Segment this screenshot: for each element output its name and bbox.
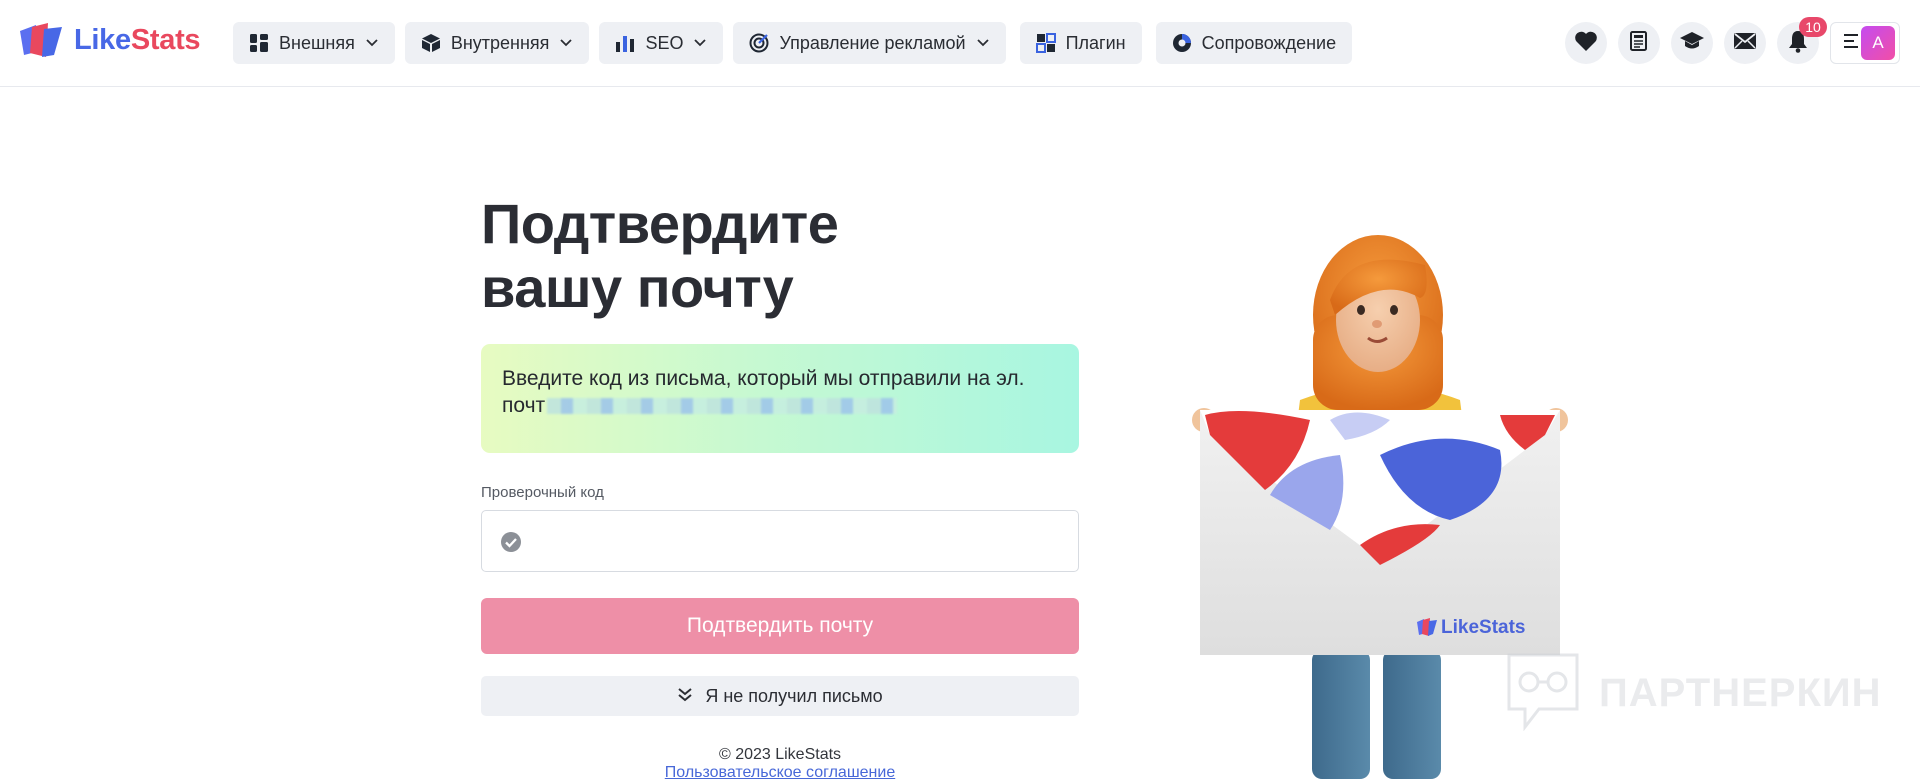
page-title-line1: Подтвердите	[481, 192, 839, 255]
chevron-down-icon	[693, 36, 707, 50]
redacted-email	[547, 398, 898, 415]
notifications-count-badge: 10	[1799, 17, 1827, 37]
check-circle-icon	[500, 531, 522, 553]
docs-button[interactable]	[1618, 22, 1660, 64]
main-nav: Внешняя Внутренняя SEO Управление реклам…	[233, 22, 1353, 64]
nav-seo[interactable]: SEO	[599, 22, 724, 64]
logo-wordmark: LikeStats	[74, 23, 201, 56]
hamburger-icon	[1843, 33, 1859, 53]
likestats-logo[interactable]: LikeStats	[18, 21, 201, 59]
double-chevron-down-icon	[677, 686, 693, 707]
book-icon	[1628, 30, 1650, 57]
didnt-receive-email-label: Я не получил письмо	[705, 685, 883, 706]
logo-icon	[20, 23, 62, 57]
user-menu-button[interactable]: A	[1830, 22, 1900, 64]
target-icon	[749, 33, 769, 53]
nav-plugin-label: Плагин	[1065, 32, 1126, 53]
bar-chart-icon	[615, 33, 635, 53]
nav-internal-label: Внутренняя	[450, 32, 550, 53]
nav-seo-label: SEO	[645, 32, 684, 53]
chat-bubble-glasses-icon	[1505, 651, 1581, 736]
favorites-button[interactable]	[1565, 22, 1607, 64]
confirm-email-button[interactable]: Подтвердить почту	[481, 598, 1079, 654]
support-icon	[1172, 33, 1192, 53]
page-title-line2: вашу почту	[481, 256, 794, 319]
header-actions: 10 A	[1565, 17, 1900, 64]
page-title: Подтвердите вашу почту	[481, 192, 839, 320]
nav-ads-management[interactable]: Управление рекламой	[733, 22, 1006, 64]
cube-icon	[421, 33, 441, 53]
envelope-icon	[1733, 32, 1757, 55]
heart-icon	[1574, 30, 1598, 57]
nav-ads-management-label: Управление рекламой	[779, 32, 966, 53]
verification-code-field[interactable]	[481, 510, 1079, 572]
avatar: A	[1861, 26, 1895, 60]
verification-code-input[interactable]	[534, 511, 1064, 571]
top-navigation-bar: LikeStats Внешняя Внутренняя SEO Управле…	[0, 0, 1920, 87]
copyright: © 2023 LikeStats	[718, 746, 842, 763]
graduation-cap-icon	[1679, 31, 1705, 56]
didnt-receive-email-button[interactable]: Я не получил письмо	[481, 676, 1079, 716]
verification-code-label: Проверочный код	[481, 484, 604, 501]
email-sent-notice: Введите код из письма, который мы отправ…	[481, 344, 1079, 453]
envelope-brand-text: LikeStats	[1441, 617, 1525, 638]
nav-internal[interactable]: Внутренняя	[404, 22, 590, 64]
nav-support[interactable]: Сопровождение	[1155, 22, 1353, 64]
nav-support-label: Сопровождение	[1201, 32, 1337, 53]
chevron-down-icon	[365, 36, 379, 50]
chevron-down-icon	[559, 36, 573, 50]
learning-button[interactable]	[1671, 22, 1713, 64]
grid-icon	[249, 33, 269, 53]
nav-external-label: Внешняя	[279, 32, 355, 53]
watermark-text: ПАРТНЕРКИН	[1599, 671, 1882, 715]
messages-button[interactable]	[1724, 22, 1766, 64]
chevron-down-icon	[976, 36, 990, 50]
notifications-button[interactable]: 10	[1777, 17, 1827, 64]
nav-external[interactable]: Внешняя	[233, 22, 395, 64]
user-agreement-link[interactable]: Пользовательское соглашение	[481, 764, 1079, 779]
watermark: ПАРТНЕРКИН	[1505, 651, 1882, 736]
nav-plugin[interactable]: Плагин	[1019, 22, 1142, 64]
puzzle-icon	[1035, 33, 1056, 53]
